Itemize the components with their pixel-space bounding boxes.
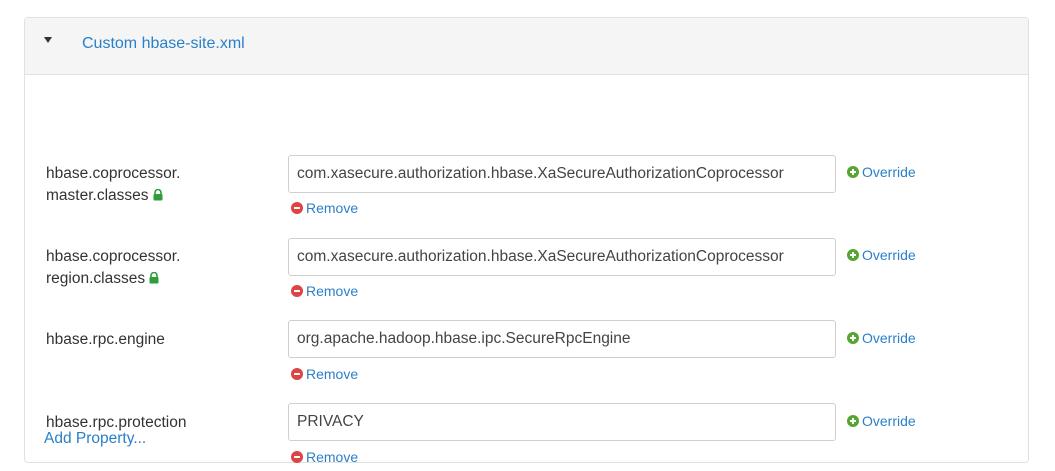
remove-label: Remove — [306, 449, 359, 465]
override-button[interactable]: Override — [847, 413, 916, 429]
override-label: Override — [862, 413, 916, 429]
override-icon — [847, 166, 859, 178]
property-label: hbase.coprocessor. master.classes — [46, 163, 180, 208]
property-label-line1: hbase.coprocessor. — [46, 165, 181, 182]
remove-label: Remove — [306, 366, 359, 382]
custom-hbase-site-panel: Custom hbase-site.xml hbase.coprocessor.… — [24, 17, 1029, 465]
remove-icon — [291, 368, 303, 380]
property-value-input[interactable]: com.xasecure.authorization.hbase.XaSecur… — [288, 155, 836, 193]
override-icon — [847, 249, 859, 261]
property-label-line2: region.classes — [46, 270, 146, 287]
panel-header[interactable]: Custom hbase-site.xml — [25, 18, 1028, 75]
remove-button[interactable]: Remove — [291, 283, 358, 299]
property-label: hbase.coprocessor. region.classes — [46, 246, 180, 291]
remove-button[interactable]: Remove — [291, 449, 358, 465]
remove-icon — [291, 451, 303, 463]
override-label: Override — [862, 247, 916, 263]
remove-icon — [291, 202, 303, 214]
override-label: Override — [862, 330, 916, 346]
override-label: Override — [862, 164, 916, 180]
property-label-line1: hbase.coprocessor. — [46, 248, 181, 265]
property-value-input[interactable]: PRIVACY — [288, 403, 836, 441]
remove-label: Remove — [306, 200, 359, 216]
override-button[interactable]: Override — [847, 164, 916, 180]
property-value-input[interactable]: org.apache.hadoop.hbase.ipc.SecureRpcEng… — [288, 320, 836, 358]
remove-button[interactable]: Remove — [291, 366, 358, 382]
property-label-line2: master.classes — [46, 187, 149, 204]
remove-button[interactable]: Remove — [291, 200, 358, 216]
caret-down-icon[interactable] — [44, 37, 52, 43]
lock-icon — [153, 186, 163, 208]
remove-icon — [291, 285, 303, 297]
override-button[interactable]: Override — [847, 247, 916, 263]
remove-label: Remove — [306, 283, 359, 299]
property-label: hbase.rpc.engine — [46, 331, 165, 348]
add-property-link[interactable]: Add Property... — [44, 430, 146, 448]
property-value-input[interactable]: com.xasecure.authorization.hbase.XaSecur… — [288, 238, 836, 276]
override-button[interactable]: Override — [847, 330, 916, 346]
override-icon — [847, 415, 859, 427]
section-title-link[interactable]: Custom hbase-site.xml — [82, 35, 245, 53]
lock-icon — [149, 269, 159, 291]
override-icon — [847, 332, 859, 344]
